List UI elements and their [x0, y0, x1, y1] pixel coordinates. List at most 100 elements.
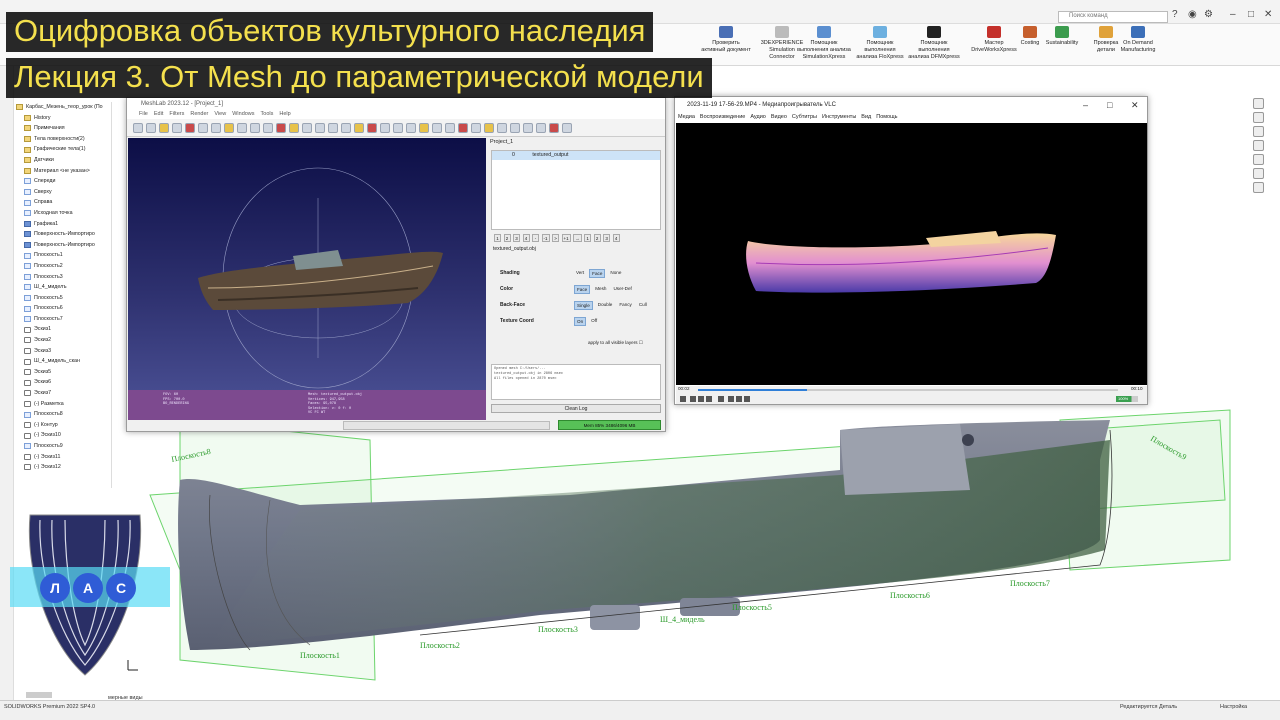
- tree-item[interactable]: Плоскость6: [14, 303, 111, 314]
- toolbar-button-icon[interactable]: [159, 122, 169, 133]
- meshlab-menubar[interactable]: File Edit Filters Render View Windows Tools Hel…: [127, 110, 665, 119]
- tree-item[interactable]: Эскиз5: [14, 367, 111, 378]
- plane-label[interactable]: Плоскость7: [1010, 579, 1050, 588]
- apply-all-checkbox[interactable]: apply to all visible layers ☐: [588, 340, 643, 346]
- views-tab[interactable]: мерные виды: [108, 695, 143, 701]
- ribbon-command[interactable]: Помощник выполнения анализа DFMXpress: [906, 26, 962, 61]
- loop-icon[interactable]: [736, 396, 742, 402]
- toolbar-button-icon[interactable]: [276, 122, 286, 133]
- toolbar-button-icon[interactable]: [432, 122, 442, 133]
- prev-icon[interactable]: [690, 396, 696, 402]
- layer-row[interactable]: 0 textured_output: [492, 151, 660, 160]
- vlc-seekbar[interactable]: 00:02 00:10: [676, 386, 1147, 394]
- backface-options[interactable]: Single Double Fancy Cull: [574, 301, 649, 310]
- menu-item[interactable]: Субтитры: [792, 114, 817, 120]
- render-option[interactable]: Fancy: [617, 301, 634, 310]
- toolbar-button-icon[interactable]: [198, 122, 208, 133]
- layer-nav-button[interactable]: >: [552, 234, 560, 242]
- tree-item[interactable]: Тела поверхности(2): [14, 134, 111, 145]
- plane-label[interactable]: Ш_4_мидель: [660, 615, 705, 624]
- tree-item[interactable]: Плоскость1: [14, 250, 111, 261]
- toolbar-button-icon[interactable]: [237, 122, 247, 133]
- plane-label[interactable]: Плоскость1: [300, 651, 340, 660]
- vlc-window[interactable]: 2023-11-19 17-56-29.MP4 - Медиапроигрыва…: [674, 96, 1148, 405]
- toolbar-button-icon[interactable]: [445, 122, 455, 133]
- tree-item[interactable]: Ш_4_миделъ: [14, 282, 111, 293]
- tree-item[interactable]: (-) Контур: [14, 420, 111, 431]
- layer-list[interactable]: 0 textured_output: [491, 150, 661, 230]
- menu-item[interactable]: Edit: [154, 111, 163, 117]
- main-3d-viewport[interactable]: Плоскость8Плоскость1Плоскость2Плоскость3…: [120, 400, 1250, 700]
- layer-nav-button[interactable]: +1: [561, 234, 571, 242]
- appearances-icon[interactable]: [1252, 168, 1264, 179]
- menu-item[interactable]: File: [139, 111, 148, 117]
- layer-nav-button[interactable]: 2: [593, 234, 601, 242]
- plane-label[interactable]: Плоскость2: [420, 641, 460, 650]
- tree-item[interactable]: Карбас_Мезень_теор_урок (По: [14, 102, 111, 113]
- toolbar-button-icon[interactable]: [549, 122, 559, 133]
- toolbar-button-icon[interactable]: [354, 122, 364, 133]
- render-option[interactable]: User-Def: [611, 285, 633, 294]
- render-option[interactable]: Cull: [637, 301, 649, 310]
- menu-item[interactable]: Help: [279, 111, 290, 117]
- render-option[interactable]: Face: [574, 285, 591, 294]
- explorer-icon[interactable]: [1252, 140, 1264, 151]
- tree-item[interactable]: Эскиз1: [14, 324, 111, 335]
- ribbon-command[interactable]: Помощник выполнения анализа FloXpress: [852, 26, 908, 61]
- tree-item[interactable]: Сверху: [14, 187, 111, 198]
- toolbar-button-icon[interactable]: [289, 122, 299, 133]
- meshlab-toolbar[interactable]: [127, 119, 665, 137]
- render-option[interactable]: Double: [596, 301, 615, 310]
- user-icon[interactable]: ◉: [1188, 9, 1197, 20]
- layer-nav-button[interactable]: 1: [584, 234, 592, 242]
- toolbar-button-icon[interactable]: [133, 122, 143, 133]
- tree-item[interactable]: Графика1: [14, 219, 111, 230]
- toolbar-button-icon[interactable]: [263, 122, 273, 133]
- layer-nav-button[interactable]: 4: [522, 234, 530, 242]
- shuffle-icon[interactable]: [744, 396, 750, 402]
- tree-item[interactable]: Эскиз2: [14, 335, 111, 346]
- layer-nav-button[interactable]: -: [532, 234, 539, 242]
- layer-nav-button[interactable]: 1: [494, 234, 501, 242]
- playlist-icon[interactable]: [728, 396, 734, 402]
- seek-track[interactable]: [698, 389, 1118, 391]
- fullscreen-icon[interactable]: [718, 396, 724, 402]
- tree-item[interactable]: Плоскость2: [14, 261, 111, 272]
- view-palette-icon[interactable]: [1252, 154, 1264, 165]
- layer-nav-button[interactable]: →: [573, 234, 582, 242]
- toolbar-button-icon[interactable]: [510, 122, 520, 133]
- menu-item[interactable]: View: [214, 111, 226, 117]
- layer-nav-button[interactable]: 2: [503, 234, 511, 242]
- maximize-icon[interactable]: □: [1107, 97, 1112, 113]
- vlc-menubar[interactable]: Медиа Воспроизведение Аудио Видео Субтитры Ин…: [675, 113, 1147, 121]
- toolbar-button-icon[interactable]: [185, 122, 195, 133]
- minimize-icon[interactable]: –: [1083, 97, 1088, 113]
- close-icon[interactable]: ✕: [1131, 97, 1139, 113]
- library-icon[interactable]: [1252, 126, 1264, 137]
- toolbar-button-icon[interactable]: [341, 122, 351, 133]
- toolbar-button-icon[interactable]: [328, 122, 338, 133]
- toolbar-button-icon[interactable]: [172, 122, 182, 133]
- plane-label[interactable]: Плоскость5: [732, 603, 772, 612]
- render-option[interactable]: Single: [574, 301, 593, 310]
- menu-item[interactable]: Filters: [169, 111, 184, 117]
- tree-item[interactable]: Плоскость5: [14, 293, 111, 304]
- meshlab-window[interactable]: MeshLab 2023.12 - [Project_1] File Edit Fi…: [126, 97, 666, 432]
- toolbar-button-icon[interactable]: [302, 122, 312, 133]
- menu-item[interactable]: Аудио: [750, 114, 766, 120]
- tree-item[interactable]: Плоскость7: [14, 314, 111, 325]
- toolbar-button-icon[interactable]: [458, 122, 468, 133]
- menu-item[interactable]: Медиа: [678, 114, 695, 120]
- tree-item[interactable]: (-) Эскиз10: [14, 430, 111, 441]
- layer-nav-buttons[interactable]: 1 2 3 4- -1 > +1 → 1 2 3 4: [494, 234, 660, 242]
- tree-item[interactable]: Плоскость9: [14, 441, 111, 452]
- custom-properties-icon[interactable]: [1252, 182, 1264, 193]
- meshlab-3d-view[interactable]: FOV: 60 FPS: 700.0 BO_RENDERING Mesh: text…: [128, 138, 486, 420]
- render-option[interactable]: Vert: [574, 269, 586, 278]
- toolbar-button-icon[interactable]: [146, 122, 156, 133]
- menu-item[interactable]: Windows: [232, 111, 254, 117]
- tree-item[interactable]: Поверхность-Импортиро: [14, 229, 111, 240]
- feature-tree[interactable]: Карбас_Мезень_теор_урок (По History Примеч…: [14, 102, 112, 488]
- tree-item[interactable]: Эскиз7: [14, 388, 111, 399]
- home-icon[interactable]: [1252, 98, 1264, 109]
